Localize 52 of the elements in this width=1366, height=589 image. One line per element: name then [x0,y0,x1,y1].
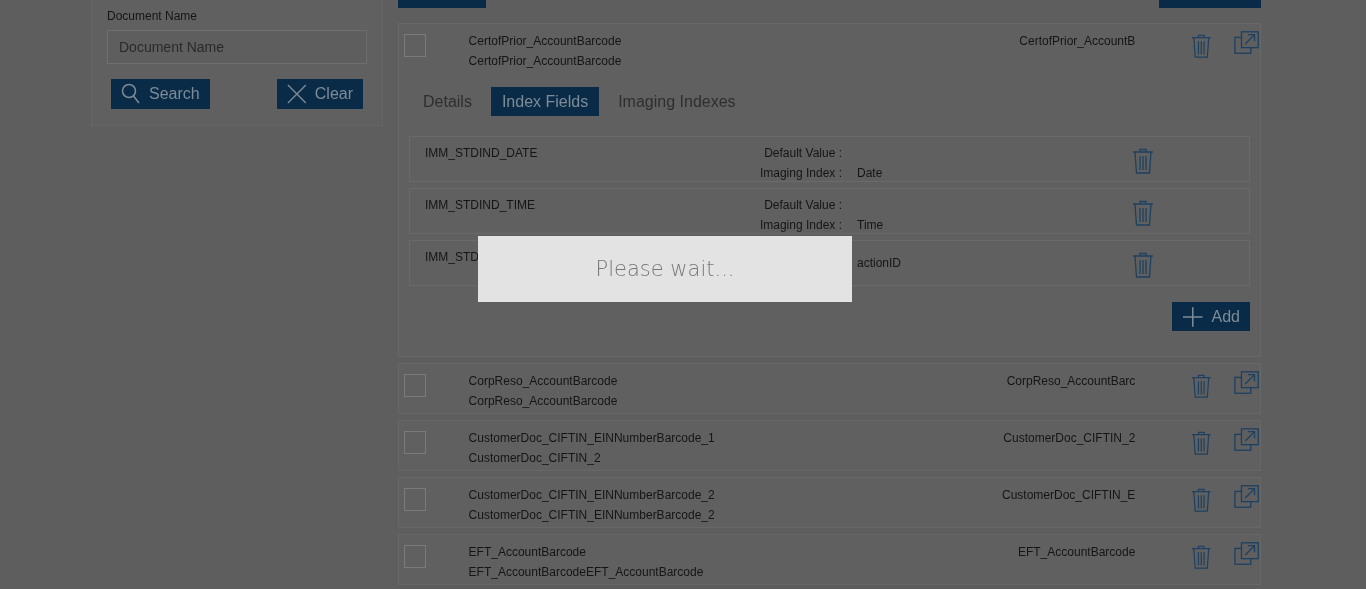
index-field-name: IMM_STD [425,250,480,264]
checkbox[interactable] [404,488,426,511]
plus-icon [1182,305,1204,328]
document-code: CustomerDoc_CIFTIN_2 [1002,431,1136,445]
checkbox[interactable] [404,374,426,397]
document-description: CustomerDoc_CIFTIN_2 [468,451,602,465]
open-external-icon[interactable] [1233,370,1260,396]
trash-icon[interactable] [1132,148,1154,174]
close-icon [287,83,307,105]
document-description: EFT_AccountBarcodeEFT_AccountBarcode [468,565,705,579]
checkbox[interactable] [404,545,426,568]
checkbox[interactable] [404,431,426,454]
default-value-label: Default Value : [763,198,842,212]
index-field-name: IMM_STDIND_DATE [425,146,539,160]
trash-icon[interactable] [1191,487,1212,513]
trash-icon[interactable] [1132,252,1154,278]
trash-icon[interactable] [1191,373,1212,399]
document-name: CertofPrior_AccountBarcode [468,34,623,48]
open-external-icon[interactable] [1233,541,1260,567]
document-name: EFT_AccountBarcode [468,545,587,559]
trash-icon[interactable] [1191,33,1212,59]
checkbox[interactable] [404,34,426,57]
open-external-icon[interactable] [1233,427,1260,453]
loading-message: Please wait... [595,257,735,281]
document-code: CertofPrior_AccountB [1018,34,1136,48]
clear-button[interactable]: Clear [277,79,363,109]
document-code: EFT_AccountBarcode [1016,545,1136,559]
search-icon [121,83,141,105]
document-description: CertofPrior_AccountBarcode [468,54,623,68]
trash-icon[interactable] [1132,200,1154,226]
document-description: CorpReso_AccountBarcode [468,394,619,408]
document-code: CorpReso_AccountBarc [1005,374,1136,388]
index-field-name: IMM_STDIND_TIME [425,198,536,212]
document-name: CorpReso_AccountBarcode [468,374,619,388]
imaging-index-value: Date [857,166,884,180]
document-name: CustomerDoc_CIFTIN_EINNumberBarcode_2 [468,488,716,502]
imaging-index-label: Imaging Index : [758,166,842,180]
search-button[interactable]: Search [111,79,210,109]
imaging-index-value: Time [857,218,885,232]
trash-icon[interactable] [1191,544,1212,570]
document-name: CustomerDoc_CIFTIN_EINNumberBarcode_1 [468,431,716,445]
trash-icon[interactable] [1191,430,1212,456]
document-description: CustomerDoc_CIFTIN_EINNumberBarcode_2 [468,508,716,522]
tab[interactable]: Index Fields [490,87,600,116]
imaging-index-value: actionID [857,256,903,270]
document-code: CustomerDoc_CIFTIN_E [1001,488,1136,502]
add-button[interactable]: Add [1172,302,1250,331]
open-external-icon[interactable] [1233,30,1260,56]
imaging-index-label: Imaging Index : [758,218,842,232]
default-value-label: Default Value : [763,146,842,160]
open-external-icon[interactable] [1233,484,1260,510]
field-label: Document Name [107,9,199,23]
